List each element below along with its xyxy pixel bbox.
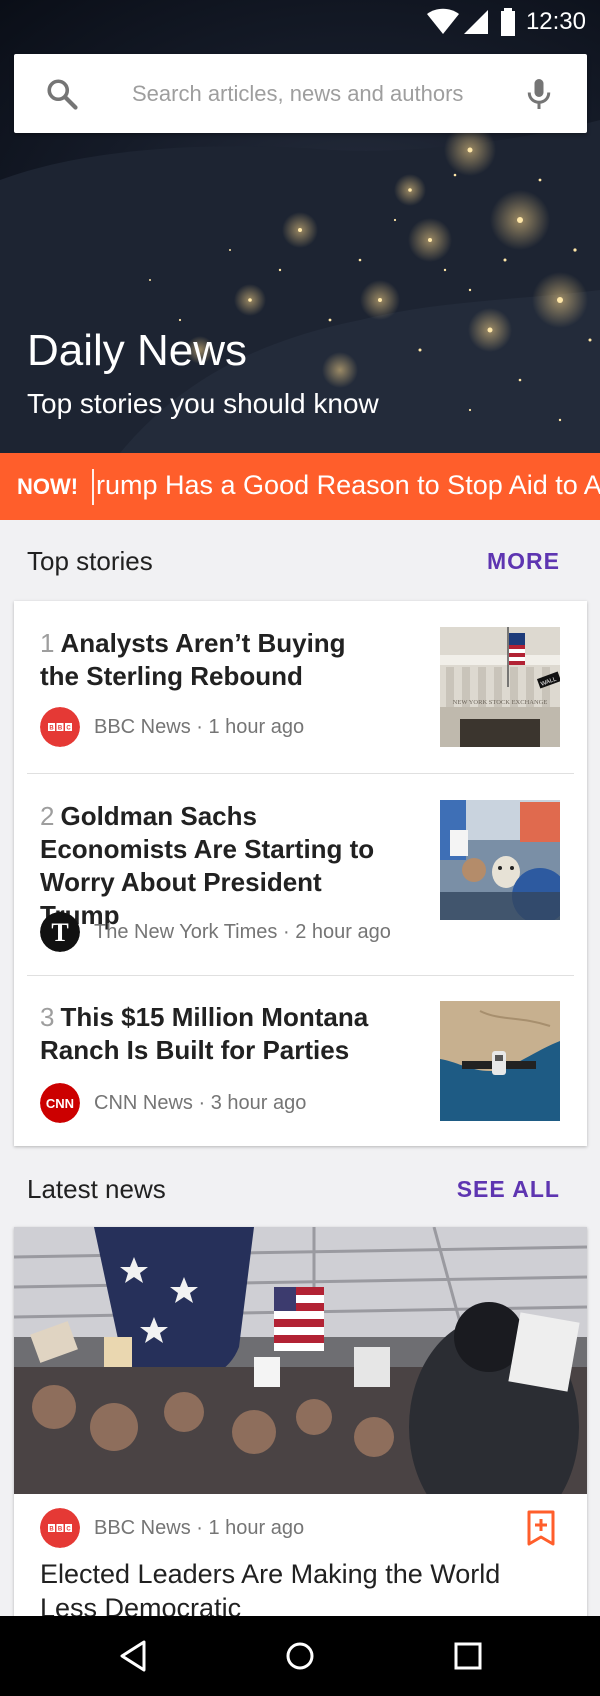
svg-text:B: B — [58, 1527, 63, 1533]
latest-news-card[interactable]: BBC BBC News · 1 hour ago Elected Leader… — [14, 1227, 587, 1627]
section-title: Latest news — [27, 1174, 166, 1204]
battery-icon — [501, 8, 515, 36]
ticker-headline[interactable]: rump Has a Good Reason to Stop Aid to Af — [96, 470, 600, 501]
story-item[interactable]: 3 This $15 Million Montana Ranch Is Built… — [14, 1001, 587, 1131]
stock-exchange-sign: NEW YORK STOCK EXCHANGE — [453, 699, 548, 706]
story-source-time: BBC News · 1 hour ago — [94, 716, 305, 738]
nyt-logo-icon: T — [40, 912, 80, 952]
ticker-label: NOW! — [17, 474, 79, 499]
svg-text:B: B — [58, 726, 63, 732]
story-source-time: The New York Times · 2 hour ago — [94, 921, 391, 943]
bookmark-add-icon[interactable] — [525, 1510, 557, 1546]
story-headline[interactable]: Goldman Sachs Economists Are Starting to… — [40, 801, 374, 930]
story-title[interactable]: 3 This $15 Million Montana Ranch Is Built… — [40, 1001, 380, 1067]
story-rank: 1 — [40, 628, 55, 658]
story-thumbnail-satellite[interactable] — [440, 1001, 560, 1121]
svg-text:B: B — [49, 1527, 54, 1533]
story-title[interactable]: 2 Goldman Sachs Economists Are Starting t… — [40, 800, 380, 932]
microphone-icon[interactable] — [521, 76, 557, 112]
svg-text:T: T — [51, 918, 68, 947]
search-input[interactable] — [132, 74, 502, 114]
back-icon[interactable] — [112, 1634, 156, 1678]
divider — [27, 773, 574, 774]
news-source-time: BBC News · 1 hour ago — [94, 1517, 305, 1539]
page-title: Daily News — [27, 326, 248, 375]
clock: 12:30 — [525, 8, 586, 35]
story-item[interactable]: 1 Analysts Aren’t Buying the Sterling Reb… — [14, 627, 587, 787]
recents-icon[interactable] — [446, 1634, 490, 1678]
bbc-logo-icon: BBC — [40, 1508, 80, 1548]
story-item[interactable]: 2 Goldman Sachs Economists Are Starting t… — [14, 800, 587, 975]
story-headline[interactable]: Analysts Aren’t Buying the Sterling Rebo… — [40, 628, 346, 691]
story-rank: 2 — [40, 801, 55, 831]
news-image-airport-protest[interactable] — [14, 1227, 587, 1494]
latest-news-header: Latest news SEE ALL — [0, 1158, 600, 1218]
divider — [27, 975, 574, 976]
cnn-logo-icon: CNN — [40, 1083, 80, 1123]
wifi-icon — [427, 8, 459, 34]
top-stories-card: 1 Analysts Aren’t Buying the Sterling Reb… — [14, 601, 587, 1146]
home-icon[interactable] — [278, 1634, 322, 1678]
more-button[interactable]: MORE — [487, 548, 560, 575]
svg-text:B: B — [49, 726, 54, 732]
top-stories-header: Top stories MORE — [0, 530, 600, 590]
search-bar[interactable] — [14, 54, 587, 133]
story-rank: 3 — [40, 1002, 55, 1032]
signal-icon — [464, 10, 488, 34]
ticker-divider — [92, 469, 94, 505]
breaking-news-ticker[interactable]: NOW! rump Has a Good Reason to Stop Aid … — [0, 453, 600, 520]
hero-banner: 12:30 Daily News Top stories you should … — [0, 0, 600, 453]
svg-text:CNN: CNN — [46, 1096, 74, 1111]
story-source-time: CNN News · 3 hour ago — [94, 1092, 307, 1114]
story-thumbnail-stock-exchange[interactable]: WALL NEW YORK STOCK EXCHANGE — [440, 627, 560, 747]
see-all-button[interactable]: SEE ALL — [457, 1176, 560, 1203]
story-title[interactable]: 1 Analysts Aren’t Buying the Sterling Reb… — [40, 627, 380, 693]
status-bar: 12:30 — [0, 0, 600, 42]
system-navigation-bar — [0, 1616, 600, 1696]
search-icon[interactable] — [44, 76, 80, 112]
section-title: Top stories — [27, 546, 153, 576]
story-headline[interactable]: This $15 Million Montana Ranch Is Built … — [40, 1002, 368, 1065]
page-subtitle: Top stories you should know — [27, 388, 379, 419]
news-headline[interactable]: Elected Leaders Are Making the World Les… — [40, 1557, 520, 1625]
story-thumbnail-protest[interactable] — [440, 800, 560, 920]
svg-text:C: C — [66, 726, 71, 732]
bbc-logo-icon: BBC — [40, 707, 80, 747]
svg-text:C: C — [66, 1527, 71, 1533]
